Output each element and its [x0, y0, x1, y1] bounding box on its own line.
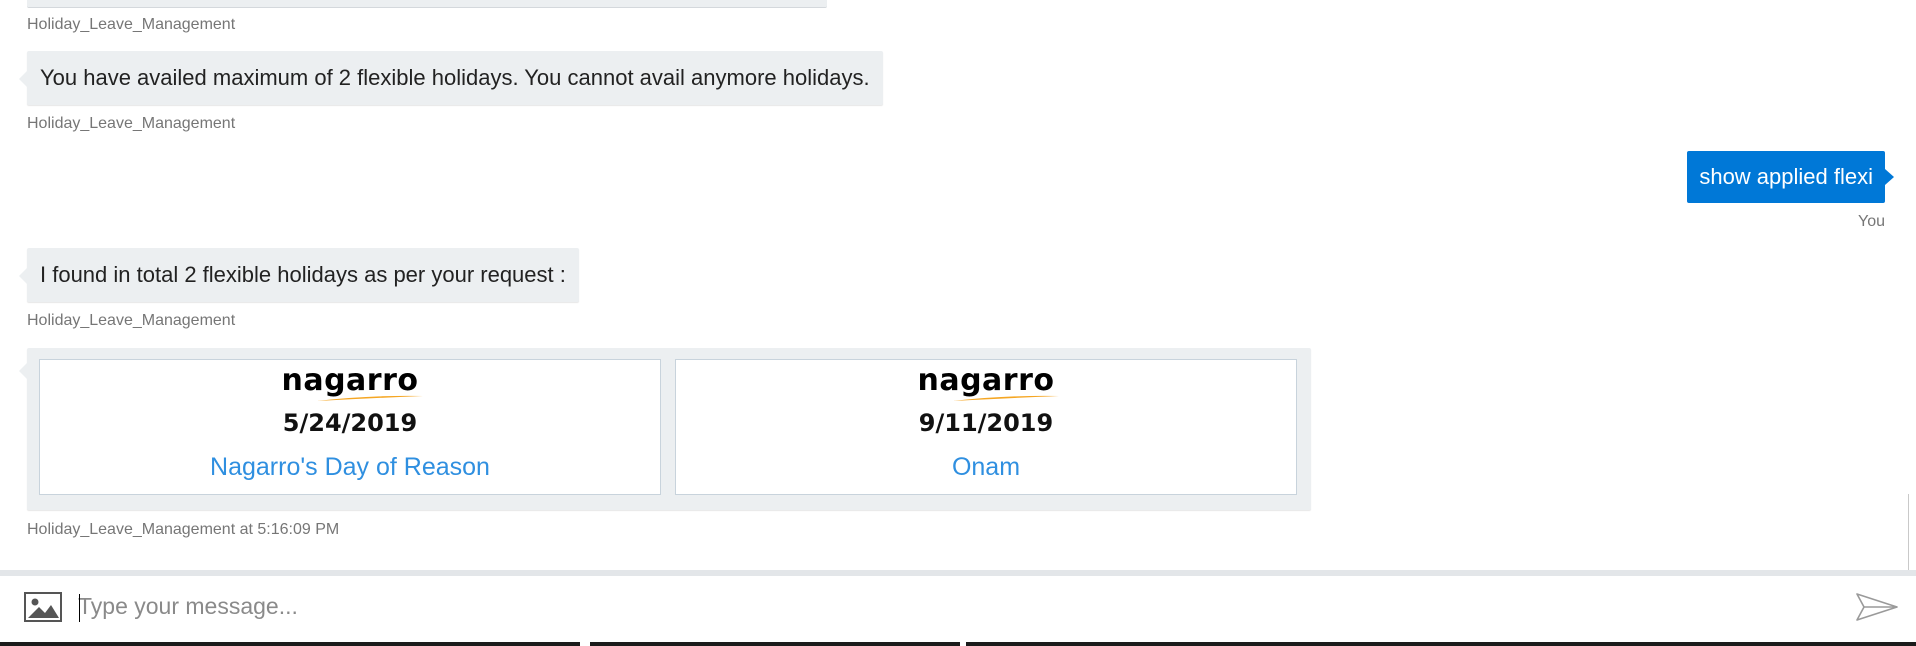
message-input[interactable] [78, 584, 1838, 628]
logo-wordmark: nagarro [917, 363, 1055, 398]
previous-message-bubble [27, 0, 827, 8]
holiday-date: 9/11/2019 [918, 409, 1054, 437]
logo-swoosh-icon [317, 395, 423, 401]
user-message-bubble: show applied flexi [1687, 151, 1894, 203]
user-sender-label: You [1858, 213, 1885, 230]
message-composer [0, 576, 1916, 636]
logo-swoosh-icon [953, 395, 1059, 401]
holiday-card[interactable]: nagarro 9/11/2019 Onam [675, 359, 1297, 495]
image-upload-icon[interactable] [24, 592, 62, 622]
message-timestamp-label: Holiday_Leave_Management at 5:16:09 PM [27, 521, 340, 538]
send-icon[interactable] [1856, 592, 1898, 622]
holiday-title-link[interactable]: Onam [676, 452, 1296, 482]
holiday-card[interactable]: nagarro 5/24/2019 Nagarro's Day of Reaso… [39, 359, 661, 495]
logo-wordmark: nagarro [281, 363, 419, 398]
chat-history[interactable]: Holiday_Leave_Management You have availe… [0, 0, 1916, 570]
message-sender-label: Holiday_Leave_Management [27, 16, 236, 33]
bot-message-bubble: I found in total 2 flexible holidays as … [19, 248, 579, 302]
message-sender-label: Holiday_Leave_Management [27, 312, 236, 329]
message-sender-label: Holiday_Leave_Management [27, 115, 236, 132]
holiday-date: 5/24/2019 [282, 409, 418, 437]
text-caret [79, 594, 80, 622]
nagarro-logo: nagarro [911, 366, 1061, 404]
holiday-card-carousel: nagarro 5/24/2019 Nagarro's Day of Reaso… [19, 348, 1311, 510]
nagarro-logo: nagarro [275, 366, 425, 404]
holiday-title-link[interactable]: Nagarro's Day of Reason [40, 452, 660, 482]
chat-scrollbar[interactable] [1908, 494, 1916, 570]
bot-message-bubble: You have availed maximum of 2 flexible h… [19, 51, 883, 105]
window-bottom-edge [0, 636, 1916, 646]
